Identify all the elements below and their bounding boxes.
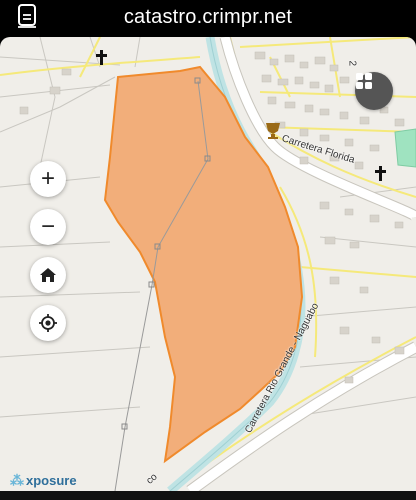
logo-mark: ⁂ <box>10 471 24 488</box>
locate-button[interactable] <box>30 305 66 341</box>
green-field <box>394 128 416 168</box>
church-icon <box>96 50 107 65</box>
zoom-out-button[interactable]: − <box>30 209 66 245</box>
road-number-label: 2 <box>346 60 358 67</box>
home-button[interactable] <box>30 257 66 293</box>
xposure-logo: ⁂ xposure <box>10 471 77 489</box>
bottom-strip <box>0 491 416 500</box>
logo-text: xposure <box>26 472 77 488</box>
layers-button[interactable] <box>355 72 393 110</box>
plus-icon: + <box>40 165 55 192</box>
zoom-in-button[interactable]: + <box>30 161 66 197</box>
church-icon-2 <box>375 166 386 181</box>
browser-bar: catastro.crimpr.net <box>0 0 416 37</box>
url-text[interactable]: catastro.crimpr.net <box>0 6 416 29</box>
home-icon <box>40 268 56 282</box>
minus-icon: − <box>40 213 55 240</box>
locate-icon <box>39 314 57 332</box>
map-area[interactable]: Carretera Florida Carretera Rio Grande -… <box>0 37 416 491</box>
grid-layers-icon <box>356 73 372 89</box>
